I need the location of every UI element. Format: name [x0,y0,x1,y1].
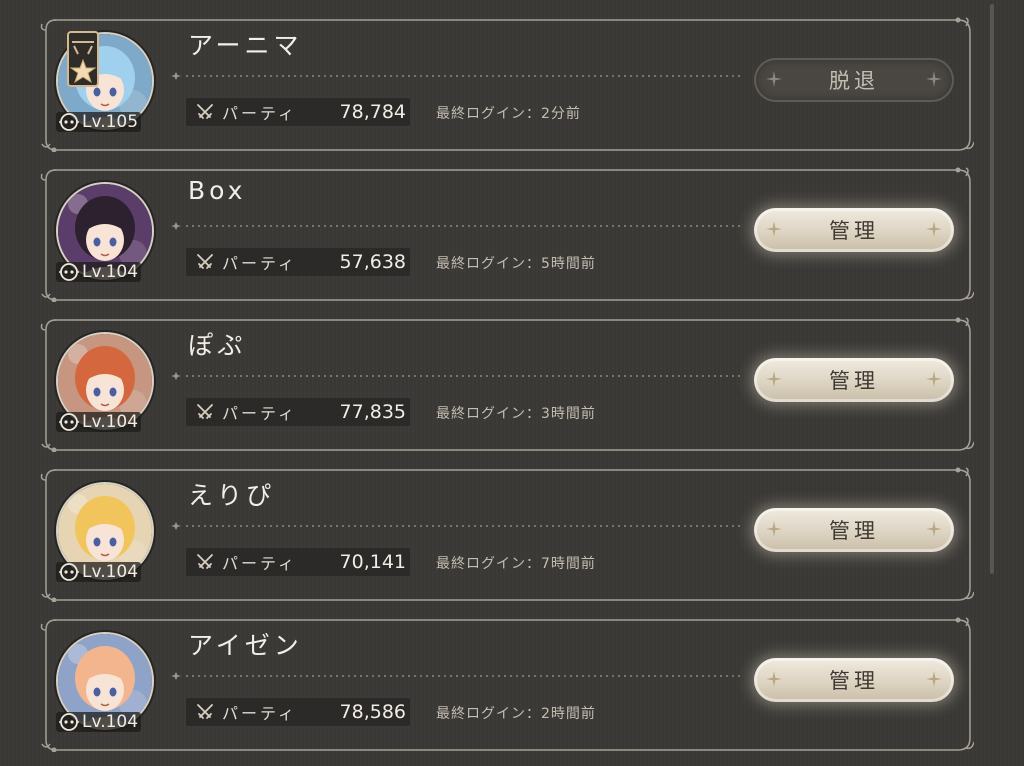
party-power: パーティ 57,638 [186,248,410,276]
crossed-swords-icon [197,554,213,569]
last-login: 最終ログイン：7時間前 [436,556,596,572]
member-card: Lv.104 えりぴ パーティ 70,141 最終ログイン：7時間前 管理 [40,462,974,602]
party-value: 57,638 [339,251,406,273]
crossed-swords-icon [197,704,213,719]
member-card: Lv.104 ぽぷ パーティ 77,835 最終ログイン：3時間前 管理 [40,312,974,452]
member-name: アーニマ [188,31,303,60]
crossed-swords-icon [197,254,213,269]
dotted-divider [171,72,740,80]
party-value: 78,784 [339,101,406,123]
manage-button[interactable]: 管理 [754,208,954,252]
party-label: パーティ [222,104,298,123]
member-name: ぽぷ [188,331,247,360]
last-login: 最終ログイン：3時間前 [436,406,596,422]
level-badge: Lv.104 [56,262,142,282]
party-value: 78,586 [339,701,406,723]
party-power: パーティ 77,835 [186,398,410,426]
party-value: 77,835 [339,401,406,423]
member-name: アイゼン [188,631,303,660]
party-power: パーティ 78,586 [186,698,410,726]
sparkle-icon [926,671,942,687]
sparkle-icon [926,521,942,537]
sparkle-icon [766,71,782,87]
party-label: パーティ [222,254,298,273]
member-name: Box [188,176,247,205]
sparkle-icon [766,221,782,237]
leave-button[interactable]: 脱退 [754,58,954,102]
party-power: パーティ 78,784 [186,98,410,126]
dotted-divider [171,372,740,380]
sparkle-icon [766,671,782,687]
member-level: Lv.104 [82,262,139,282]
sparkle-icon [766,521,782,537]
last-login: 最終ログイン：5時間前 [436,256,596,272]
party-value: 70,141 [339,551,406,573]
sparkle-icon [766,371,782,387]
button-label: 管理 [829,219,879,243]
party-power: パーティ 70,141 [186,548,410,576]
level-badge: Lv.105 [56,112,142,132]
level-icon [59,563,79,581]
button-label: 管理 [829,369,879,393]
dotted-divider [171,672,740,680]
member-level: Lv.104 [82,712,139,732]
button-label: 脱退 [829,69,879,93]
dotted-divider [171,522,740,530]
level-icon [59,413,79,431]
crossed-swords-icon [197,104,213,119]
level-icon [59,713,79,731]
member-card: Lv.104 アイゼン パーティ 78,586 最終ログイン：2時間前 管理 [40,612,974,752]
member-level: Lv.105 [82,112,139,132]
sparkle-icon [926,71,942,87]
manage-button[interactable]: 管理 [754,658,954,702]
last-login: 最終ログイン：2分前 [436,106,581,122]
member-level: Lv.104 [82,412,139,432]
sparkle-icon [926,221,942,237]
button-label: 管理 [829,669,879,693]
level-icon [59,263,79,281]
member-name: えりぴ [188,481,276,510]
level-icon [59,113,79,131]
level-badge: Lv.104 [56,712,142,732]
member-card: Lv.104 Box パーティ 57,638 最終ログイン：5時間前 管理 [40,162,974,302]
dotted-divider [171,222,740,230]
leader-badge-icon [67,31,99,87]
level-badge: Lv.104 [56,412,142,432]
level-badge: Lv.104 [56,562,142,582]
crossed-swords-icon [197,404,213,419]
scrollbar[interactable] [990,4,994,574]
last-login: 最終ログイン：2時間前 [436,706,596,722]
party-label: パーティ [222,404,298,423]
member-level: Lv.104 [82,562,139,582]
manage-button[interactable]: 管理 [754,508,954,552]
member-card: Lv.105 アーニマ パーティ 78,784 最終ログイン：2分前 脱退 [40,12,974,152]
manage-button[interactable]: 管理 [754,358,954,402]
party-label: パーティ [222,554,298,573]
party-label: パーティ [222,704,298,723]
button-label: 管理 [829,519,879,543]
sparkle-icon [926,371,942,387]
